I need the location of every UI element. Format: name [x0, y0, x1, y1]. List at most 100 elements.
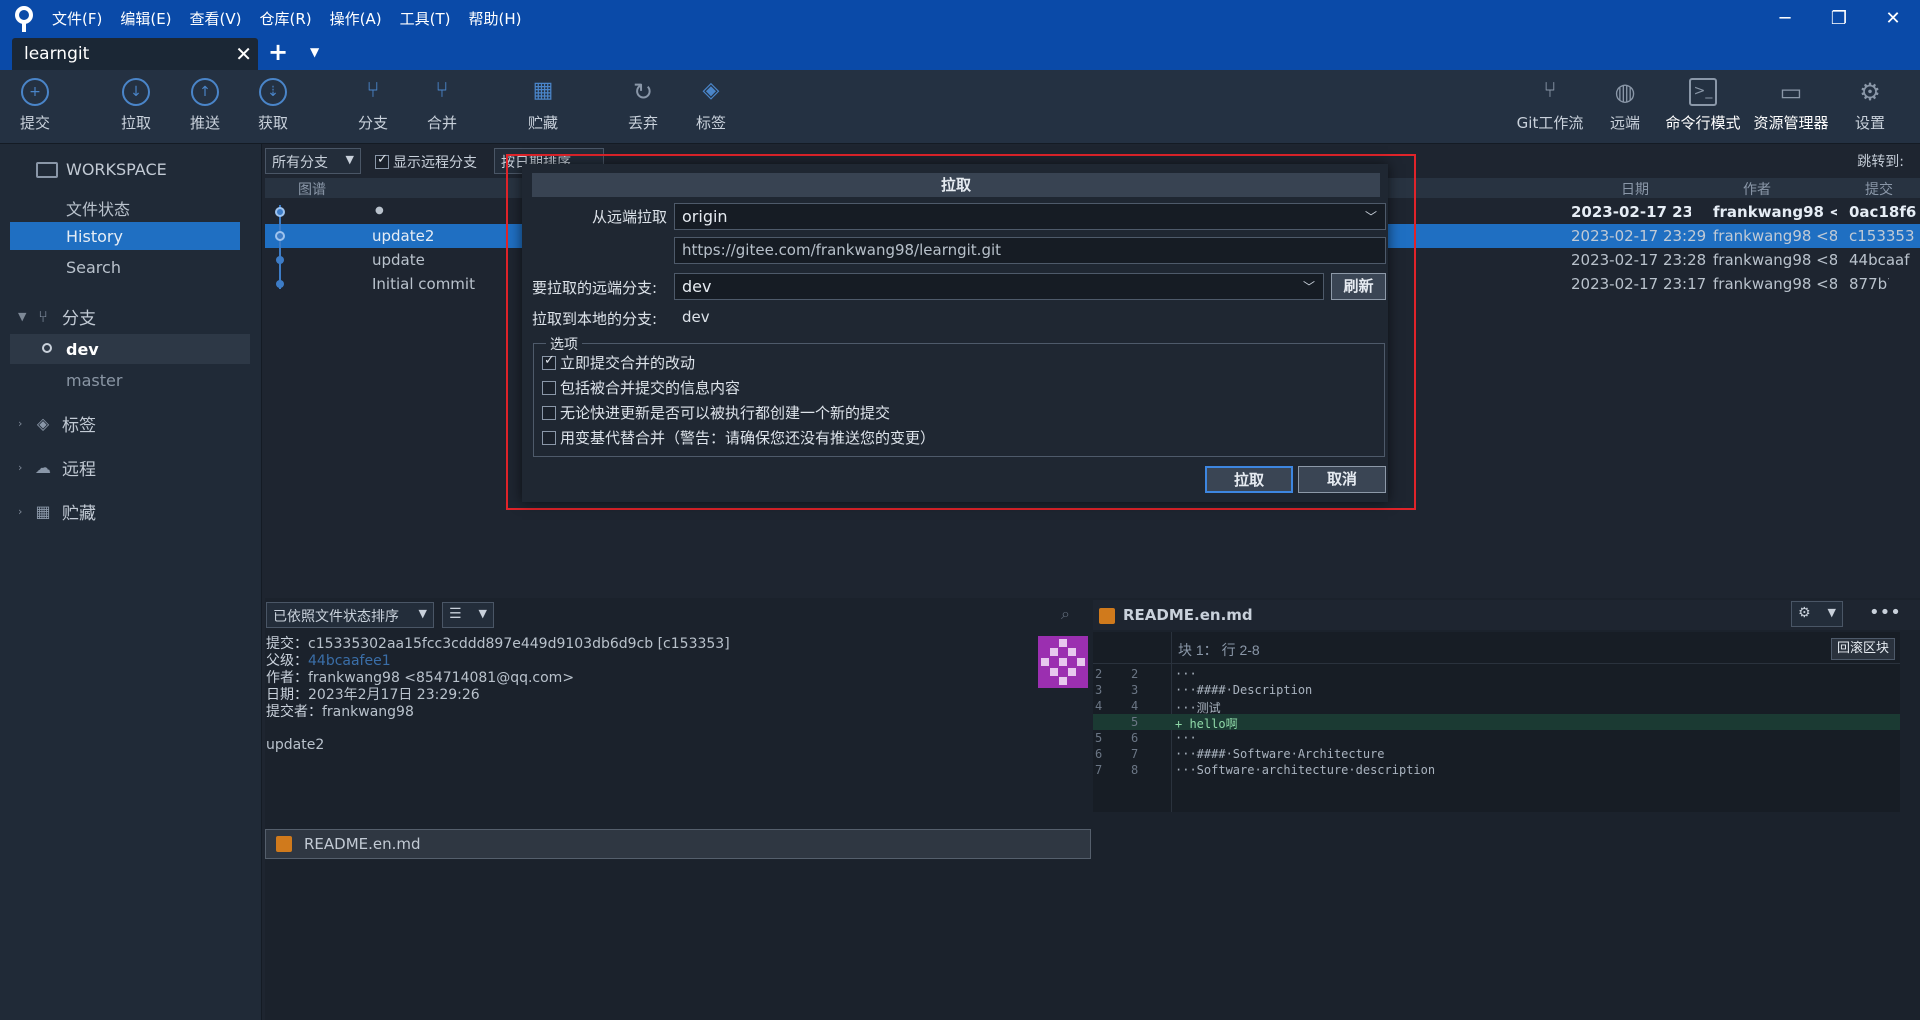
search-icon[interactable]: ⌕ [1061, 604, 1070, 624]
refresh-button[interactable]: 刷新 [1331, 273, 1386, 300]
fetch-button[interactable]: ⇣ 获取 [241, 78, 305, 133]
diff-settings-button[interactable]: ⚙ ▼ [1791, 601, 1843, 627]
col-date[interactable]: 日期 [1621, 179, 1649, 199]
row-description: update2 [372, 227, 435, 245]
sidebar-item-search[interactable]: Search [66, 258, 121, 277]
remote-select[interactable]: origin ﹀ [674, 203, 1386, 230]
discard-icon: ↻ [632, 78, 654, 106]
commit-icon: + [21, 78, 49, 106]
push-label: 推送 [189, 114, 220, 132]
col-author[interactable]: 作者 [1743, 179, 1771, 199]
branch-button[interactable]: ⑂ 分支 [341, 78, 405, 133]
file-sort-select[interactable]: 已依照文件状态排序 ▼ [266, 602, 434, 628]
menu-bar: 文件(F) 编辑(E) 查看(V) 仓库(R) 操作(A) 工具(T) 帮助(H… [43, 8, 530, 29]
terminal-button[interactable]: >_ 命令行模式 [1660, 78, 1746, 133]
option-include-messages[interactable]: 包括被合并提交的信息内容 [542, 377, 740, 398]
sidebar-item-file-status[interactable]: 文件状态 [66, 196, 130, 220]
date-value: 2023年2月17日 23:29:26 [308, 687, 480, 703]
changed-file-row[interactable]: README.en.md [265, 829, 1091, 859]
pull-ok-button[interactable]: 拉取 [1205, 466, 1293, 493]
tab-close-icon[interactable]: ✕ [235, 42, 252, 66]
committer-value: frankwang98 [322, 704, 414, 720]
tab-learngit[interactable]: learngit ✕ [12, 38, 258, 70]
option-label: 用变基代替合并（警告：请确保您还没有推送您的变更） [560, 429, 936, 447]
close-window-button[interactable]: ✕ [1866, 0, 1920, 36]
tab-menu-chevron-icon[interactable]: ▼ [310, 45, 319, 59]
chevron-down-icon: ﹀ [1364, 210, 1377, 224]
explorer-button[interactable]: ▭ 资源管理器 [1748, 78, 1834, 133]
sidebar-section-stashes[interactable]: › ▦ 贮藏 [18, 499, 96, 525]
option-rebase[interactable]: 用变基代替合并（警告：请确保您还没有推送您的变更） [542, 427, 935, 448]
sidebar-branch-master[interactable]: master [66, 371, 122, 390]
diff-line[interactable]: 4 4 ···测试 [1093, 698, 1900, 715]
sidebar-section-tags[interactable]: › ◈ 标签 [18, 411, 96, 437]
modified-file-icon [1099, 608, 1115, 624]
revert-hunk-button[interactable]: 回滚区块 [1831, 638, 1895, 660]
menu-repository[interactable]: 仓库(R) [251, 8, 321, 29]
parent-link[interactable]: 44bcaafee1 [308, 653, 391, 669]
view-mode-select[interactable]: ☰ ▼ [442, 602, 494, 628]
diff-line[interactable]: 6 7 ···####·Software·Architecture [1093, 746, 1900, 762]
commit-button[interactable]: + 提交 [3, 78, 67, 133]
workspace-header: WORKSPACE [36, 160, 167, 179]
sidebar-section-branches[interactable]: ▼ ⑂ 分支 [18, 304, 96, 330]
settings-button[interactable]: ⚙ 设置 [1838, 78, 1902, 133]
menu-view[interactable]: 查看(V) [181, 8, 251, 29]
diff-line[interactable]: 7 8 ···Software·architecture·description [1093, 762, 1900, 778]
menu-file[interactable]: 文件(F) [43, 8, 111, 29]
col-commit[interactable]: 提交 [1865, 179, 1893, 199]
diff-line-added[interactable]: 5 + hello啊 [1093, 714, 1900, 731]
row-hash: c153353 [1849, 227, 1915, 245]
menu-edit[interactable]: 编辑(E) [111, 8, 180, 29]
pull-label: 拉取 [120, 114, 151, 132]
row-date: 2023-02-17 23:29 [1571, 227, 1707, 245]
jump-to-label[interactable]: 跳转到: [1857, 151, 1904, 171]
file-sort-value: 已依照文件状态排序 [273, 609, 399, 625]
tags-title: 标签 [62, 416, 96, 436]
cloud-icon: ☁ [35, 457, 51, 477]
hunk-header: 块 1： 行 2-8 [1178, 642, 1260, 658]
sidebar-section-remotes[interactable]: › ☁ 远程 [18, 455, 96, 481]
menu-help[interactable]: 帮助(H) [459, 8, 530, 29]
sidebar-branch-dev[interactable]: dev [66, 340, 99, 359]
git-flow-button[interactable]: ⑂ Git工作流 [1510, 78, 1590, 133]
stashes-title: 贮藏 [62, 504, 96, 524]
diff-line[interactable]: 2 2 ··· [1093, 666, 1900, 682]
minimize-button[interactable]: ─ [1758, 0, 1812, 36]
more-options-icon[interactable]: ••• [1869, 602, 1901, 623]
option-no-fast-forward[interactable]: 无论快进更新是否可以被执行都创建一个新的提交 [542, 402, 890, 423]
col-graph[interactable]: 图谱 [298, 179, 326, 199]
globe-icon: ◍ [1614, 78, 1636, 106]
pull-button[interactable]: ↓ 拉取 [104, 78, 168, 133]
option-commit-merged[interactable]: 立即提交合并的改动 [542, 352, 695, 373]
diff-header: README.en.md ⚙ ▼ ••• [1093, 600, 1920, 630]
new-tab-button[interactable]: + [268, 38, 288, 66]
current-branch-icon [42, 343, 52, 353]
graph-node [275, 231, 285, 241]
cancel-button[interactable]: 取消 [1298, 466, 1386, 493]
tag-button[interactable]: ◈ 标签 [679, 78, 743, 133]
menu-tools[interactable]: 工具(T) [391, 8, 460, 29]
discard-button[interactable]: ↻ 丢弃 [611, 78, 675, 133]
stash-button[interactable]: ▦ 贮藏 [511, 78, 575, 133]
restore-button[interactable]: ❐ [1812, 0, 1866, 36]
menu-actions[interactable]: 操作(A) [321, 8, 391, 29]
chevron-down-icon: ▼ [345, 153, 354, 166]
file-list-toolbar: 已依照文件状态排序 ▼ ☰ ▼ ⌕ [265, 600, 1091, 630]
fetch-icon: ⇣ [259, 78, 287, 106]
merge-button[interactable]: ⑂ 合并 [410, 78, 474, 133]
stash-icon: ▦ [532, 78, 554, 103]
push-button[interactable]: ↑ 推送 [173, 78, 237, 133]
diff-line[interactable]: 5 6 ··· [1093, 730, 1900, 746]
remote-button[interactable]: ◍ 远端 [1593, 78, 1657, 133]
row-date: 2023-02-17 23:17 [1571, 275, 1707, 293]
remote-branch-value: dev [682, 277, 712, 296]
branch-filter-select[interactable]: 所有分支 ▼ [265, 148, 361, 174]
modified-file-icon [276, 836, 292, 852]
diff-line-text: ··· [1175, 731, 1197, 745]
remote-branch-select[interactable]: dev ﹀ [674, 273, 1324, 300]
diff-line[interactable]: 3 3 ···####·Description [1093, 682, 1900, 698]
sidebar-item-history[interactable]: History [66, 227, 123, 246]
show-remote-branches-checkbox[interactable]: 显示远程分支 [375, 152, 477, 172]
commit-details: 提交：c15335302aa15fcc3cddd897e449d9103db6d… [266, 636, 730, 754]
